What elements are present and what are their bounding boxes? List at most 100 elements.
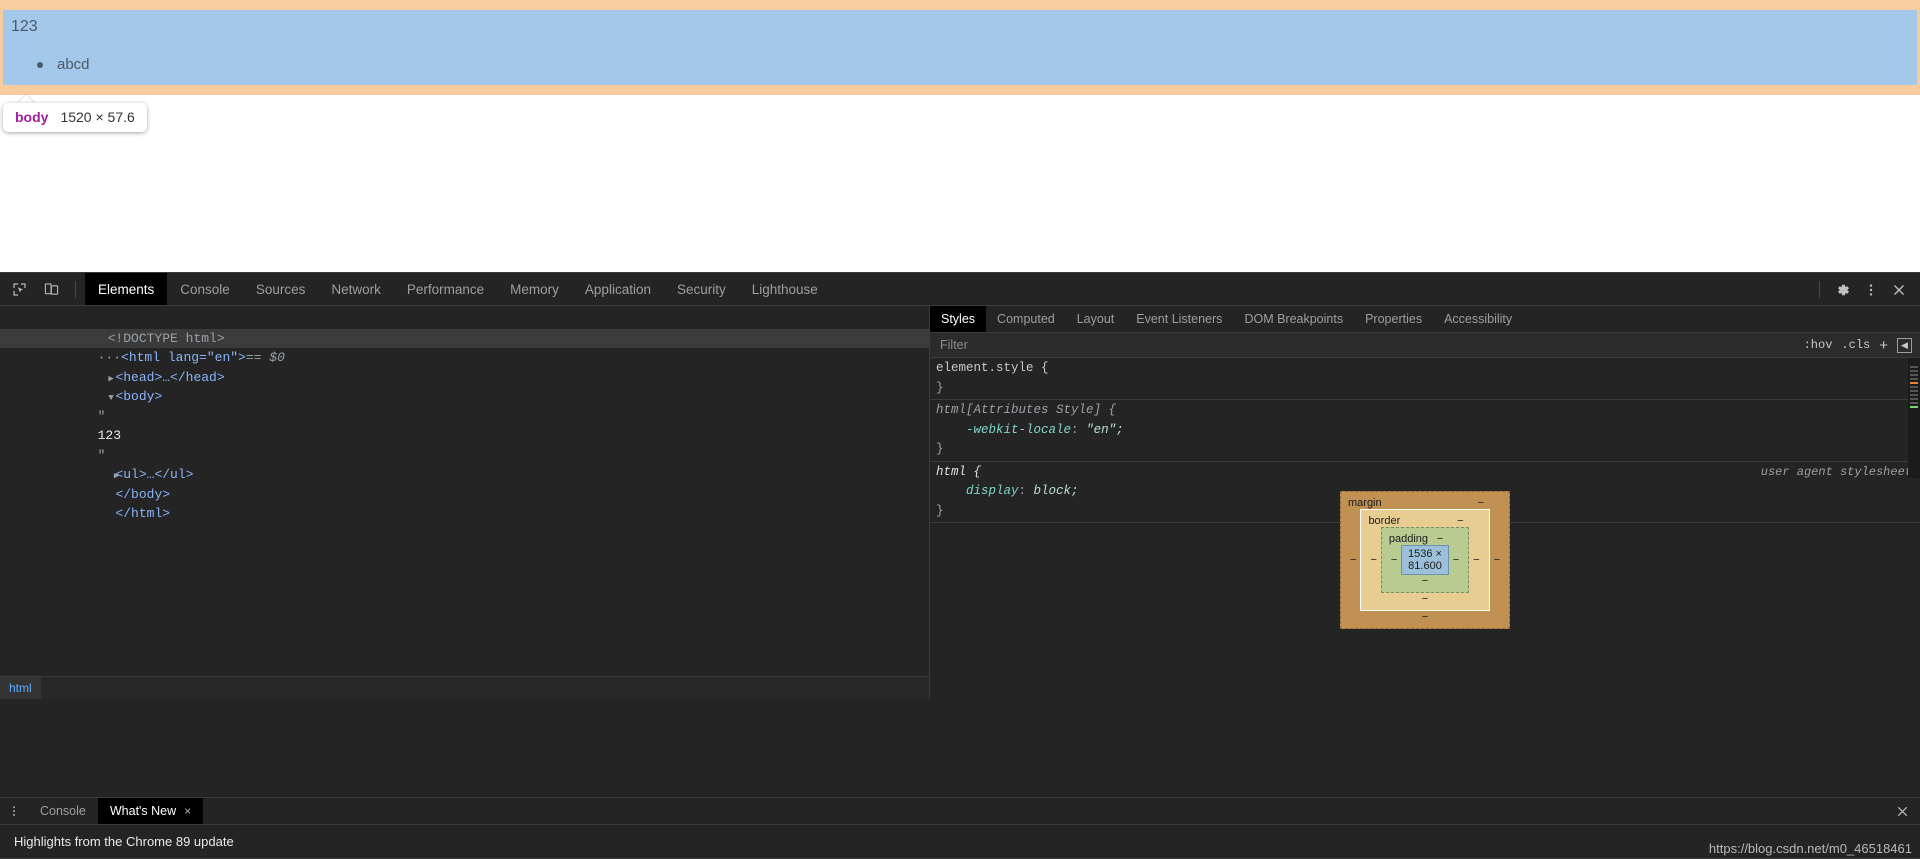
tab-console[interactable]: Console: [167, 273, 243, 305]
devtools-split: <!DOCTYPE html> ···<html lang="en">== $0…: [0, 306, 1920, 699]
expand-triangle-ul-icon[interactable]: ▶: [98, 467, 119, 487]
page-list-item: abcd: [37, 55, 90, 75]
style-rule-element-style[interactable]: element.style { }: [930, 358, 1920, 400]
box-model-padding-left-value[interactable]: −: [1387, 554, 1401, 566]
box-model-margin-right-value[interactable]: −: [1490, 554, 1504, 566]
rule-selector: html[Attributes Style] {: [930, 401, 1920, 421]
new-style-rule-button[interactable]: +: [1879, 338, 1888, 353]
rule-selector: element.style {: [930, 359, 1920, 379]
box-model-padding-header: padding −: [1387, 533, 1463, 545]
minimap-line: [1910, 390, 1918, 392]
cls-toggle-button[interactable]: .cls: [1841, 338, 1870, 352]
devtools-toolbar: Elements Console Sources Network Perform…: [0, 273, 1920, 306]
breadcrumb-item-html[interactable]: html: [0, 676, 41, 699]
rule-selector-text: html[Attributes Style] {: [936, 403, 1117, 417]
hov-toggle-button[interactable]: :hov: [1804, 338, 1833, 352]
box-model-padding-right-value[interactable]: −: [1449, 554, 1463, 566]
ul-tag-text: <ul>…</ul>: [115, 467, 194, 482]
close-icon[interactable]: [1886, 277, 1912, 303]
minimap-line: [1910, 386, 1918, 388]
drawer-tab-whats-new[interactable]: What's New ×: [97, 798, 204, 824]
box-model-padding-top-value[interactable]: −: [1437, 533, 1443, 545]
page-text-node: 123: [11, 18, 38, 35]
styles-filter-row: :hov .cls + ◀: [930, 333, 1920, 358]
devtools-drawer: Console What's New × Highlights from the…: [0, 797, 1920, 859]
styles-tab-bar: Styles Computed Layout Event Listeners D…: [930, 306, 1920, 333]
box-model-border-header: border −: [1366, 515, 1483, 527]
tab-security[interactable]: Security: [664, 273, 739, 305]
toggle-sidebar-icon[interactable]: ◀: [1897, 337, 1912, 353]
minimap-line: [1910, 378, 1918, 380]
toolbar-left-icons: [0, 273, 85, 305]
drawer-tab-close-icon[interactable]: ×: [184, 804, 191, 818]
box-model-padding-bottom-value[interactable]: −: [1387, 575, 1463, 587]
tab-elements[interactable]: Elements: [85, 273, 168, 305]
tab-dom-breakpoints[interactable]: DOM Breakpoints: [1233, 306, 1354, 332]
box-model-border-right-value[interactable]: −: [1469, 554, 1483, 566]
tab-properties[interactable]: Properties: [1354, 306, 1433, 332]
styles-filter-actions: :hov .cls + ◀: [1804, 337, 1920, 353]
tab-sources[interactable]: Sources: [243, 273, 319, 305]
tab-memory[interactable]: Memory: [497, 273, 572, 305]
tab-application[interactable]: Application: [572, 273, 664, 305]
breadcrumb: html: [0, 676, 929, 699]
kebab-menu-icon[interactable]: [1858, 277, 1884, 303]
drawer-close-icon[interactable]: [1895, 798, 1910, 825]
box-model-margin[interactable]: margin − − border − − padding − − 1536 ×…: [1340, 491, 1510, 629]
text-node-value: 123: [97, 428, 122, 443]
minimap-line: [1910, 394, 1918, 396]
minimap-line: [1910, 374, 1918, 376]
html-close-text: </html>: [115, 506, 171, 521]
minimap-line: [1910, 366, 1918, 368]
drawer-tab-bar: Console What's New ×: [0, 798, 1920, 825]
collapse-triangle-body-icon[interactable]: ▼: [98, 389, 113, 409]
drawer-tab-console[interactable]: Console: [28, 798, 98, 824]
doctype-text: <!DOCTYPE html>: [107, 330, 225, 346]
box-model-margin-left-value[interactable]: −: [1346, 554, 1360, 566]
box-model-border-bottom-value[interactable]: −: [1366, 593, 1483, 605]
tab-styles[interactable]: Styles: [930, 306, 987, 332]
list-bullet-icon: [37, 62, 43, 69]
gear-icon[interactable]: [1830, 277, 1856, 303]
box-model-border-top-value[interactable]: −: [1457, 515, 1463, 527]
box-model-margin-top-value[interactable]: −: [1478, 497, 1484, 509]
whats-new-headline: Highlights from the Chrome 89 update: [14, 834, 234, 849]
minimap-line: [1910, 402, 1918, 404]
box-model-margin-bottom-value[interactable]: −: [1346, 611, 1504, 623]
text-node-quote-close: ": [97, 447, 106, 463]
tab-performance[interactable]: Performance: [394, 273, 497, 305]
dom-row-doctype[interactable]: <!DOCTYPE html>: [0, 309, 929, 346]
tab-layout[interactable]: Layout: [1066, 306, 1126, 332]
text-node-quote-open: ": [97, 408, 106, 424]
drawer-kebab-menu-icon[interactable]: [0, 798, 28, 824]
styles-minimap-scrollbar[interactable]: [1908, 358, 1920, 478]
tab-computed[interactable]: Computed: [986, 306, 1066, 332]
tab-accessibility[interactable]: Accessibility: [1433, 306, 1523, 332]
box-model-border[interactable]: border − − padding − − 1536 × 81.600 − −…: [1360, 509, 1490, 611]
tab-lighthouse[interactable]: Lighthouse: [739, 273, 831, 305]
declaration-value[interactable]: "en";: [1086, 423, 1124, 437]
rule-close-text: }: [936, 442, 944, 456]
device-toolbar-icon[interactable]: [38, 276, 64, 302]
minimap-line: [1910, 398, 1918, 400]
inspect-element-icon[interactable]: [6, 276, 32, 302]
box-model-border-left-value[interactable]: −: [1366, 554, 1380, 566]
style-rule-html-attributes[interactable]: html[Attributes Style] { -webkit-locale:…: [930, 400, 1920, 462]
box-model-padding-label: padding: [1388, 533, 1429, 545]
minimap-line-highlight: [1910, 382, 1918, 384]
body-tag-text: <body>: [115, 389, 163, 404]
highlight-content-overlay: 123 abcd: [3, 10, 1917, 85]
declaration-property[interactable]: -webkit-locale: [966, 423, 1071, 437]
box-model-padding-row: − 1536 × 81.600 −: [1387, 545, 1463, 575]
styles-filter-input[interactable]: [930, 338, 1804, 352]
dom-row-ul[interactable]: ▶ <ul>…</ul>: [0, 446, 929, 482]
rule-declaration[interactable]: -webkit-locale: "en";: [930, 421, 1920, 441]
devtools-screenshot: 123 abcd body 1520 × 57.6 Elements Conso…: [0, 0, 1920, 859]
box-model-padding[interactable]: padding − − 1536 × 81.600 − −: [1380, 527, 1470, 593]
tab-network[interactable]: Network: [318, 273, 394, 305]
rule-close-text: }: [936, 380, 944, 395]
dom-row-text-value[interactable]: 123: [0, 407, 929, 443]
box-model-content-size[interactable]: 1536 × 81.600: [1401, 545, 1449, 575]
drawer-tab-whats-new-label: What's New: [109, 804, 177, 818]
tab-event-listeners[interactable]: Event Listeners: [1125, 306, 1233, 332]
